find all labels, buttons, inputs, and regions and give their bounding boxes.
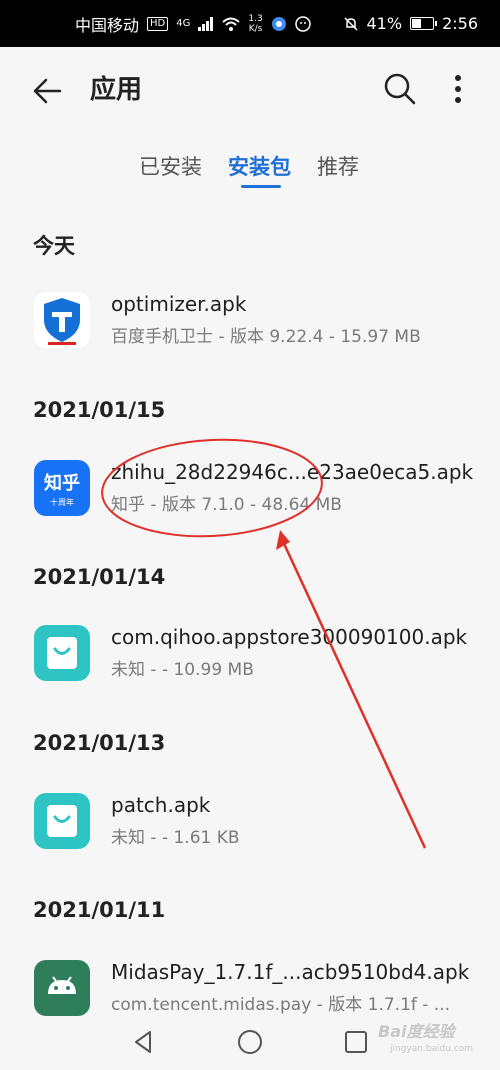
list-item-optimizer[interactable]: optimizer.apk 百度手机卫士 - 版本 9.22.4 - 15.97… [0,292,500,368]
android-icon [34,960,90,1016]
speed-unit: K/s [248,23,263,34]
carrier-label: 中国移动 [75,15,140,35]
battery-icon [410,17,438,30]
app-bar: 应用 [0,47,500,127]
section-header-today: 今天 [33,234,75,258]
item-name: MidasPay_1.7.1f_...acb9510bd4.apk [111,960,470,984]
nav-recents-icon[interactable] [341,1027,371,1057]
nav-home-icon[interactable] [235,1027,265,1057]
back-arrow-icon[interactable] [30,73,66,109]
wifi-icon [222,17,241,31]
section-header-2021-01-11: 2021/01/11 [33,898,166,922]
clock: 2:56 [442,14,478,33]
item-name: patch.apk [111,793,211,817]
zhihu-icon-text: 知乎 [44,473,80,494]
item-meta: 未知 - - 10.99 MB [111,660,254,680]
item-meta: 知乎 - 版本 7.1.0 - 48.64 MB [111,495,342,515]
speed-value: 1.3 [248,13,263,24]
watermark-url: jingyan.baidu.com [390,1044,474,1054]
item-name: optimizer.apk [111,292,247,316]
tab-indicator [241,185,281,188]
section-header-2021-01-14: 2021/01/14 [33,565,166,589]
battery-percent: 41% [366,14,403,33]
section-header-2021-01-15: 2021/01/15 [33,398,166,422]
chat-notification-icon [294,15,311,32]
item-meta: 未知 - - 1.61 KB [111,828,240,848]
page-title: 应用 [90,75,143,105]
item-meta: com.tencent.midas.pay - 版本 1.7.1f - ... [111,995,451,1015]
search-icon[interactable] [380,69,420,109]
watermark-text: Bai度经验 [378,1022,455,1041]
hd-badge: HD [147,16,169,31]
shield-icon [34,292,90,348]
app-notification-icon [271,16,286,31]
tab-packages[interactable]: 安装包 [228,151,291,181]
tab-bar: 已安装 安装包 推荐 [0,145,500,195]
network-speed: 1.3 K/s [248,14,262,34]
network-type: 4G [176,18,191,29]
item-meta: 百度手机卫士 - 版本 9.22.4 - 15.97 MB [111,327,421,347]
tab-recommended[interactable]: 推荐 [317,151,359,181]
appstore-bag-icon [34,625,90,681]
section-header-2021-01-13: 2021/01/13 [33,731,166,755]
mute-bell-icon [343,16,358,31]
zhihu-icon: 知乎 十周年 [34,460,90,516]
item-name: com.qihoo.appstore300090100.apk [111,625,468,649]
item-name: zhihu_28d22946c...e23ae0eca5.apk [111,460,474,484]
list-item-qihoo-appstore[interactable]: com.qihoo.appstore300090100.apk 未知 - - 1… [0,625,500,701]
zhihu-icon-subtext: 十周年 [50,498,74,507]
list-item-patch[interactable]: patch.apk 未知 - - 1.61 KB [0,793,500,869]
more-vertical-icon[interactable] [440,69,476,109]
nav-back-icon[interactable] [128,1027,158,1057]
signal-icon [198,16,214,31]
tab-installed[interactable]: 已安装 [139,151,202,181]
appstore-bag-icon [34,793,90,849]
list-item-zhihu[interactable]: 知乎 十周年 zhihu_28d22946c...e23ae0eca5.apk … [0,460,500,536]
status-bar: 中国移动 HD 4G 1.3 K/s 41% 2:56 [0,0,500,47]
